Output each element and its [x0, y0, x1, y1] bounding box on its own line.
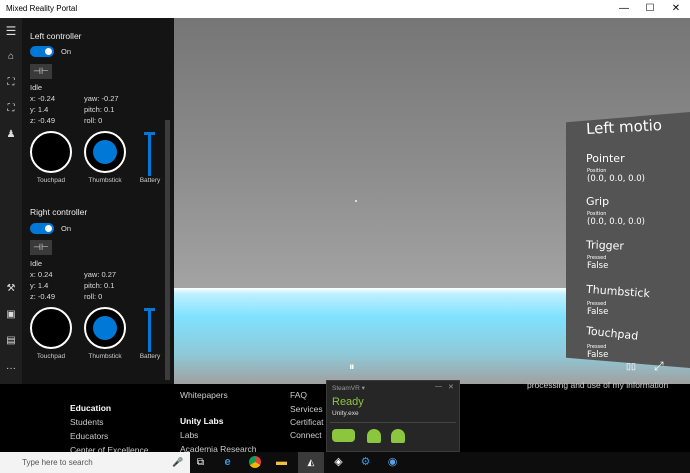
search-placeholder: Type here to search	[22, 458, 93, 467]
left-toggle-label: On	[61, 47, 72, 56]
right-controller-toggle[interactable]	[30, 223, 54, 234]
menu-icon[interactable]: ☰	[0, 22, 22, 40]
left-controller-toggle[interactable]	[30, 46, 54, 57]
right-touchpad	[30, 307, 72, 349]
minimize-button[interactable]: —	[612, 0, 636, 18]
maximize-button[interactable]: ☐	[638, 0, 662, 18]
left-touchpad-label: Touchpad	[36, 177, 66, 184]
sign-trigger-value: False	[587, 261, 609, 271]
file-explorer-icon[interactable]: ▬	[273, 454, 290, 471]
web-education-heading: Education	[70, 403, 112, 413]
right-status: Idle	[30, 259, 43, 268]
window-title: Mixed Reality Portal	[6, 4, 78, 13]
expand-button[interactable]: ⤢	[654, 359, 664, 374]
controller-panel: Left controller On ⊣⊢ Idle x: -0.24 y: 1…	[22, 18, 174, 384]
web-link-certification[interactable]: Certificat	[290, 417, 324, 427]
steamvr-close[interactable]: ✕	[448, 383, 454, 391]
gaze-cursor	[355, 200, 357, 202]
right-x: x: 0.24	[30, 270, 53, 279]
left-pin-button[interactable]: ⊣⊢	[30, 64, 52, 79]
left-x: x: -0.24	[30, 94, 56, 103]
panel-scrollbar[interactable]	[165, 120, 170, 380]
unity-icon[interactable]: ◈	[330, 454, 347, 471]
steam-icon[interactable]: ◉	[384, 454, 401, 471]
left-yaw: yaw: -0.27	[84, 94, 119, 103]
web-link-connect[interactable]: Connect	[290, 430, 322, 440]
sign-grip: Grip	[586, 195, 610, 208]
sign-thumbstick-value: False	[587, 307, 609, 317]
right-battery-bar	[144, 308, 155, 352]
headset-status-icon	[332, 429, 355, 442]
more-icon[interactable]: ···	[0, 360, 22, 378]
right-thumbstick-label: Thumbstick	[88, 353, 122, 360]
steamvr-process: Unity.exe	[332, 410, 359, 417]
left-roll: roll: 0	[84, 116, 103, 125]
web-link-whitepapers[interactable]: Whitepapers	[180, 390, 228, 400]
sign-grip-value: (0.0, 0.0, 0.0)	[587, 217, 645, 227]
left-z: z: -0.49	[30, 116, 56, 125]
steamvr-title[interactable]: SteamVR ▾	[332, 384, 365, 392]
photo-icon[interactable]: ▣	[0, 306, 22, 324]
sign-touchpad: Touchpad	[585, 324, 639, 343]
web-link-services[interactable]: Services	[290, 404, 323, 414]
web-link-students[interactable]: Students	[70, 417, 104, 427]
right-toggle-label: On	[61, 224, 72, 233]
right-yaw: yaw: 0.27	[84, 270, 117, 279]
left-y: y: 1.4	[30, 105, 49, 114]
sign-trigger: Trigger	[585, 238, 625, 253]
left-thumbstick-label: Thumbstick	[88, 177, 122, 184]
web-link-educators[interactable]: Educators	[70, 431, 108, 441]
steamvr-minimize[interactable]: —	[435, 383, 442, 390]
pause-button[interactable]: ⏸	[349, 361, 355, 374]
people-icon[interactable]: ♟	[0, 126, 22, 144]
edge-icon[interactable]: e	[219, 454, 236, 471]
window-mode-button[interactable]: ▯▯	[626, 361, 636, 372]
store-icon[interactable]: ▤	[0, 332, 22, 350]
web-link-faq[interactable]: FAQ	[290, 390, 307, 400]
right-roll: roll: 0	[84, 292, 103, 301]
left-battery-bar	[144, 132, 155, 176]
taskbar: ⊞ Type here to search 🎤 ⧉ e ▬ ◭ ◈ ⚙ ◉	[0, 452, 690, 473]
tools-icon[interactable]: ⚒	[0, 280, 22, 298]
sign-pointer: Pointer	[586, 152, 625, 165]
right-controller-heading: Right controller	[30, 207, 88, 217]
title-bar: Mixed Reality Portal — ☐ ✕	[0, 0, 690, 18]
right-pitch: pitch: 0.1	[84, 281, 115, 290]
left-controller-heading: Left controller	[30, 31, 82, 41]
left-pitch: pitch: 0.1	[84, 105, 115, 114]
web-privacy-text: processing and use of my information	[527, 380, 669, 390]
right-y: y: 1.4	[30, 281, 49, 290]
nav-strip: ☰ ⌂ ⛶ ⛶ ♟ ⚒ ▣ ▤ ···	[0, 18, 22, 384]
headset-icon[interactable]: ⌂	[0, 48, 22, 66]
right-pin-button[interactable]: ⊣⊢	[30, 240, 52, 255]
controller-status-icon-2	[391, 429, 405, 443]
web-unity-labs-heading: Unity Labs	[180, 416, 224, 426]
right-touchpad-label: Touchpad	[36, 353, 66, 360]
sign-thumbstick: Thumbstick	[585, 282, 651, 301]
sign-touchpad-value: False	[587, 350, 609, 360]
right-thumbstick	[84, 307, 126, 349]
steamvr-status: Ready	[332, 396, 364, 408]
controller-alt-icon[interactable]: ⛶	[0, 100, 22, 118]
left-battery-label: Battery	[139, 177, 161, 184]
web-link-labs[interactable]: Labs	[180, 430, 198, 440]
sign-pointer-value: (0.0, 0.0, 0.0)	[587, 174, 645, 184]
task-view-icon[interactable]: ⧉	[192, 454, 209, 471]
controller-status-icon	[367, 429, 381, 443]
right-battery-label: Battery	[139, 353, 161, 360]
right-z: z: -0.49	[30, 292, 56, 301]
mic-icon[interactable]: 🎤	[172, 452, 183, 473]
chrome-icon[interactable]	[246, 454, 263, 471]
left-status: Idle	[30, 83, 43, 92]
left-touchpad	[30, 131, 72, 173]
controller-icon[interactable]: ⛶	[0, 74, 22, 92]
taskbar-search[interactable]: Type here to search 🎤	[0, 452, 190, 473]
mixed-reality-portal-taskbar-icon[interactable]: ◭	[298, 452, 324, 473]
settings-icon[interactable]: ⚙	[357, 454, 374, 471]
close-button[interactable]: ✕	[664, 0, 688, 18]
steamvr-window[interactable]: SteamVR ▾ — ✕ Ready Unity.exe	[326, 380, 460, 452]
controller-info-sign: Left motio Pointer Position (0.0, 0.0, 0…	[566, 112, 690, 368]
left-thumbstick	[84, 131, 126, 173]
